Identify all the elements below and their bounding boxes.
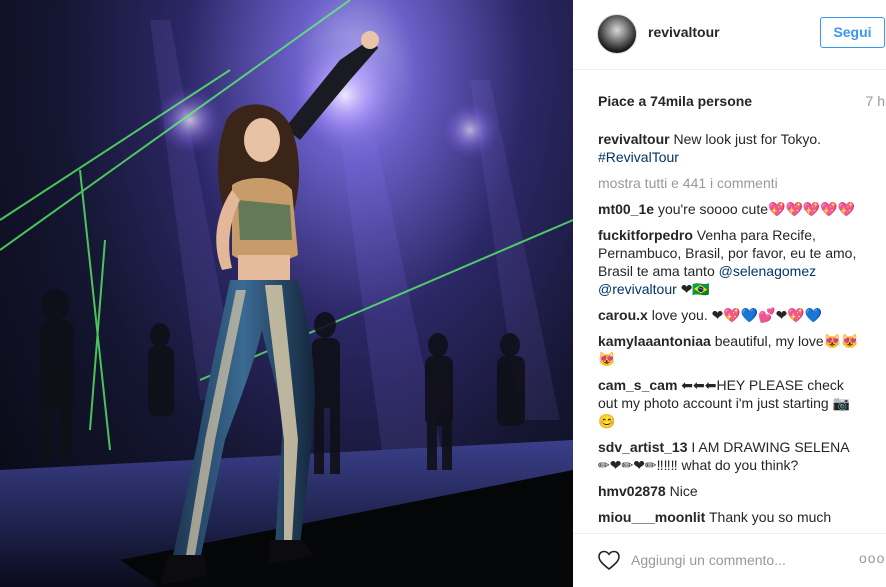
comment-item: miou___moonlit Thank you so much: [598, 508, 864, 526]
concert-photo-illustration: [0, 0, 573, 587]
caption-username[interactable]: revivaltour: [598, 131, 670, 147]
avatar[interactable]: [597, 14, 637, 54]
comment-username[interactable]: sdv_artist_13: [598, 439, 688, 455]
post-time[interactable]: 7 h: [866, 93, 885, 109]
comment-username[interactable]: carou.x: [598, 307, 648, 323]
comment-username[interactable]: hmv02878: [598, 483, 666, 499]
comment-username[interactable]: kamylaaantoniaa: [598, 333, 711, 349]
comment-username[interactable]: mt00_1e: [598, 201, 654, 217]
post-header: revivaltour Segui: [573, 0, 886, 70]
comment-text: you're soooo cute💖💖💖💖💖: [657, 201, 856, 217]
likes-row: Piace a 74mila persone 7 h: [598, 93, 886, 109]
add-comment-input[interactable]: [631, 548, 841, 572]
comment-username[interactable]: cam_s_cam: [598, 377, 677, 393]
comment-item: cam_s_cam ⬅⬅⬅HEY PLEASE check out my pho…: [598, 376, 864, 430]
comment-item: sdv_artist_13 I AM DRAWING SELENA ✏❤✏❤✏‼…: [598, 438, 864, 474]
caption: revivaltour New look just for Tokyo. #Re…: [598, 130, 864, 166]
heart-outline-icon[interactable]: [597, 548, 621, 572]
comment-username[interactable]: fuckitforpedro: [598, 227, 693, 243]
likes-count[interactable]: Piace a 74mila persone: [598, 93, 752, 109]
more-options-button[interactable]: ooo: [859, 550, 885, 566]
spotlight-glow: [285, 35, 405, 155]
comment-item: carou.x love you. ❤💖💙💕❤💖💙: [598, 306, 864, 324]
caption-text: New look just for Tokyo.: [673, 131, 822, 147]
post-photo[interactable]: [0, 0, 573, 587]
comment-footer: ooo: [573, 533, 886, 587]
post-side-panel: revivaltour Segui Piace a 74mila persone…: [573, 0, 886, 587]
comment-item: fuckitforpedro Venha para Recife, Pernam…: [598, 226, 864, 298]
comment-item: kamylaaantoniaa beautiful, my love😻😻😻: [598, 332, 864, 368]
comment-emoji: ❤🇧🇷: [680, 281, 710, 297]
comments-list: revivaltour New look just for Tokyo. #Re…: [598, 130, 864, 534]
follow-button[interactable]: Segui: [820, 17, 885, 48]
comment-username[interactable]: miou___moonlit: [598, 509, 705, 525]
comment-item: mt00_1e you're soooo cute💖💖💖💖💖: [598, 200, 864, 218]
post-username[interactable]: revivaltour: [648, 24, 720, 40]
caption-hashtag[interactable]: #RevivalTour: [598, 149, 679, 165]
comment-text: love you. ❤💖💙💕❤💖💙: [651, 307, 823, 323]
comment-item: hmv02878 Nice: [598, 482, 864, 500]
comment-text: Nice: [669, 483, 698, 499]
comment-text: Thank you so much: [709, 509, 832, 525]
view-all-comments-link[interactable]: mostra tutti e 441 i commenti: [598, 174, 864, 192]
